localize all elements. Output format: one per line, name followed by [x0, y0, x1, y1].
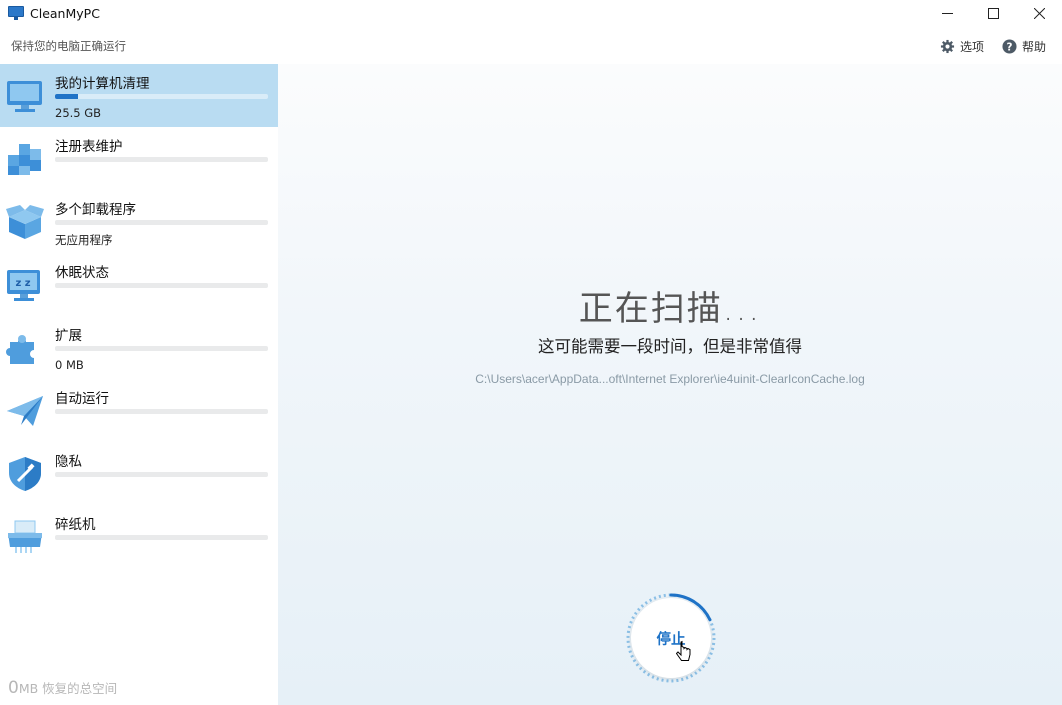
total-recovered-label: MB 恢复的总空间: [18, 681, 118, 696]
sidebar: 我的计算机清理 25.5 GB 注册表维护 多个卸载程序 无应用程序 z z 休…: [0, 64, 278, 705]
sidebar-item-shredder[interactable]: 碎纸机: [0, 505, 278, 568]
help-icon: ?: [1002, 39, 1017, 54]
close-button[interactable]: [1016, 0, 1062, 26]
scan-current-path: C:\Users\acer\AppData...oft\Internet Exp…: [475, 372, 865, 386]
monitor-icon: [7, 81, 42, 112]
gear-icon: [940, 39, 955, 54]
maximize-button[interactable]: [970, 0, 1016, 26]
close-icon: [1033, 7, 1045, 19]
sidebar-item-value: 25.5 GB: [55, 106, 102, 120]
svg-text:?: ?: [1006, 41, 1012, 53]
minimize-icon: [941, 12, 953, 14]
app-subtitle: 保持您的电脑正确运行: [11, 39, 126, 53]
app-title: CleanMyPC: [30, 5, 100, 21]
sidebar-item-uninstaller[interactable]: 多个卸载程序 无应用程序: [0, 190, 278, 253]
svg-text:z z: z z: [15, 278, 30, 289]
sidebar-item-privacy[interactable]: 隐私: [0, 442, 278, 505]
total-recovered-value: 0: [8, 678, 19, 698]
progress-bar: [55, 157, 268, 162]
progress-bar: [55, 220, 268, 225]
shredder-icon: [8, 520, 42, 553]
shield-icon: [9, 457, 41, 491]
help-button[interactable]: ? 帮助: [1002, 38, 1046, 55]
title-bar: CleanMyPC: [0, 0, 1062, 26]
sidebar-item-label: 休眠状态: [55, 265, 109, 281]
sidebar-item-label: 扩展: [55, 328, 82, 344]
sidebar-item-hibernation[interactable]: z z 休眠状态: [0, 253, 278, 316]
sidebar-item-label: 碎纸机: [55, 517, 96, 533]
sidebar-item-computer-cleanup[interactable]: 我的计算机清理 25.5 GB: [0, 64, 278, 127]
sidebar-item-value: 0 MB: [55, 358, 84, 372]
box-icon: [6, 205, 44, 239]
sidebar-item-value: 无应用程序: [55, 233, 113, 247]
stop-button[interactable]: 停止: [631, 598, 711, 678]
maximize-icon: [987, 7, 999, 19]
top-actions: 选项 ? 帮助: [940, 38, 1046, 55]
scan-title: 正在扫描...: [578, 289, 762, 329]
sidebar-item-registry[interactable]: 注册表维护: [0, 127, 278, 190]
main-pane: 正在扫描... 这可能需要一段时间，但是非常值得 C:\Users\acer\A…: [278, 64, 1062, 705]
total-recovered-space: 0MB 恢复的总空间: [8, 678, 117, 698]
progress-bar: [55, 409, 268, 414]
mouse-cursor-icon: [676, 640, 691, 661]
scan-subtitle: 这可能需要一段时间，但是非常值得: [538, 337, 802, 356]
progress-bar: [55, 94, 268, 99]
puzzle-icon: [6, 335, 34, 364]
paper-plane-icon: [7, 396, 43, 426]
help-label: 帮助: [1021, 40, 1046, 54]
sidebar-item-label: 注册表维护: [55, 139, 123, 155]
registry-cubes-icon: [8, 144, 41, 175]
progress-bar: [55, 283, 268, 288]
progress-bar: [55, 535, 268, 540]
sleep-monitor-icon: z z: [7, 270, 40, 301]
sidebar-item-autorun[interactable]: 自动运行: [0, 379, 278, 442]
options-button[interactable]: 选项: [940, 38, 984, 55]
sidebar-item-extensions[interactable]: 扩展 0 MB: [0, 316, 278, 379]
minimize-button[interactable]: [924, 0, 970, 26]
sidebar-item-label: 多个卸载程序: [55, 202, 136, 218]
app-logo-icon: [8, 6, 24, 20]
window-controls: [924, 0, 1062, 26]
stop-scan-control: 停止: [623, 590, 719, 686]
progress-bar: [55, 346, 268, 351]
sidebar-item-label: 我的计算机清理: [55, 76, 150, 92]
options-label: 选项: [959, 40, 984, 54]
progress-bar: [55, 472, 268, 477]
progress-fill: [55, 94, 79, 99]
sidebar-item-label: 隐私: [55, 454, 82, 470]
sidebar-item-label: 自动运行: [55, 391, 109, 407]
